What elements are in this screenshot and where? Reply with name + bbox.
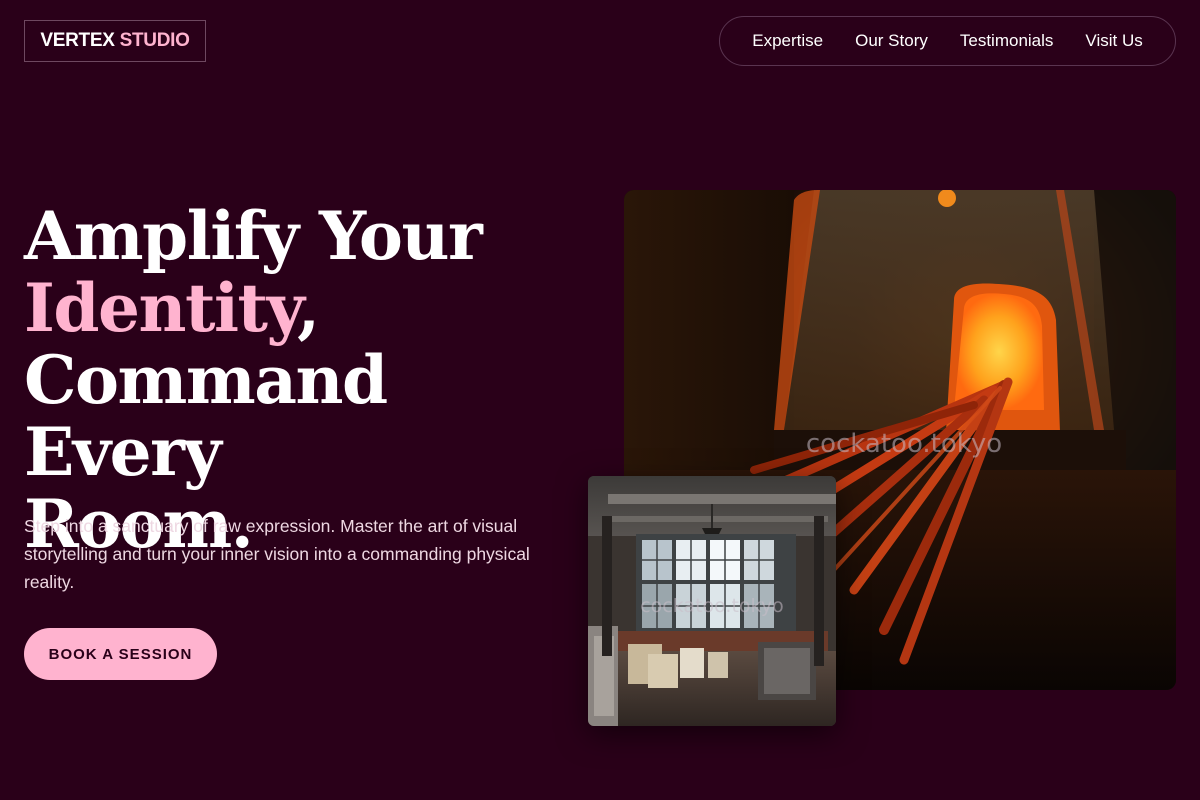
brand-name-primary: VERTEX — [40, 30, 115, 51]
hero-subtext: Step into a sanctuary of raw expression.… — [24, 516, 530, 592]
headline-line-3: Command Every — [24, 341, 388, 491]
brand-logo[interactable]: VERTEX STUDIO — [24, 20, 206, 62]
nav-item-testimonials[interactable]: Testimonials — [960, 31, 1054, 51]
headline-accent-word: Identity — [24, 269, 299, 347]
main-image-watermark: cockatoo.tokyo — [806, 429, 1002, 459]
main-nav: Expertise Our Story Testimonials Visit U… — [719, 16, 1176, 66]
nav-item-our-story[interactable]: Our Story — [855, 31, 928, 51]
studio-illustration: cockatoo.tokyo — [588, 476, 836, 726]
book-session-button[interactable]: BOOK A SESSION — [24, 628, 217, 680]
brand-name-accent: STUDIO — [119, 30, 190, 51]
headline-line-2: Identity, — [24, 272, 604, 344]
small-image-watermark: cockatoo.tokyo — [640, 595, 784, 617]
hero-image-studio: cockatoo.tokyo — [588, 476, 836, 726]
headline-line-1: Amplify Your — [24, 197, 483, 275]
hero-headline: Amplify Your Identity, Command Every Roo… — [24, 200, 604, 560]
headline-comma: , — [297, 269, 320, 347]
nav-item-visit-us[interactable]: Visit Us — [1085, 31, 1142, 51]
nav-item-expertise[interactable]: Expertise — [752, 31, 823, 51]
